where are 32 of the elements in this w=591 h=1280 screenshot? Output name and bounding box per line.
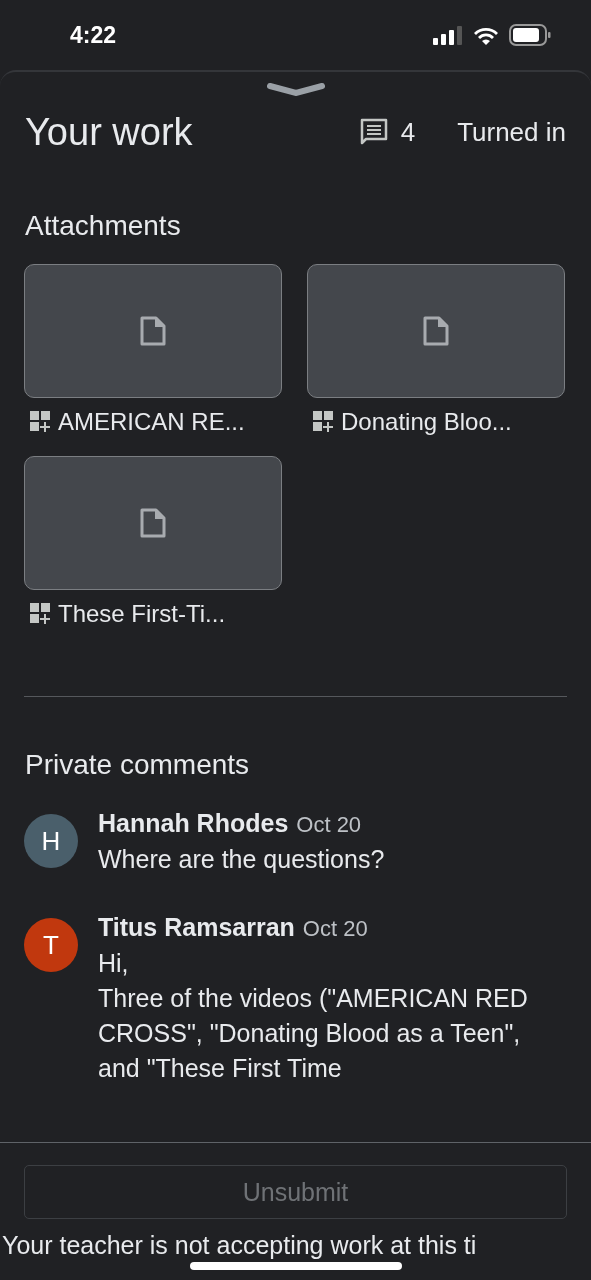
- submission-status: Turned in: [457, 116, 566, 148]
- wifi-icon: [473, 25, 499, 45]
- attachment-name[interactable]: These First-Ti...: [58, 600, 226, 628]
- attachment-thumbnail[interactable]: [307, 264, 565, 398]
- comment-author: Hannah Rhodes: [98, 809, 289, 838]
- status-time: 4:22: [70, 21, 117, 49]
- attachment-thumbnail[interactable]: [24, 264, 282, 398]
- attachment-name[interactable]: Donating Bloo...: [341, 408, 512, 436]
- comment-icon[interactable]: [358, 117, 389, 147]
- file-icon: [423, 316, 449, 346]
- notice-text: Your teacher is not accepting work at this ti: [2, 1231, 478, 1260]
- battery-icon: [509, 24, 551, 46]
- collapse-handle-icon[interactable]: [266, 82, 325, 96]
- attachment-type-icon: [30, 411, 52, 433]
- attachment-name[interactable]: AMERICAN RE...: [58, 408, 245, 436]
- avatar: T: [24, 918, 78, 972]
- comment-text: Where are the questions?: [98, 844, 386, 875]
- comment-count: 4: [400, 116, 416, 148]
- section-heading: Attachments: [24, 210, 182, 242]
- file-icon: [140, 316, 166, 346]
- comment-date: Oct 20: [302, 916, 368, 942]
- section-heading: Private comments: [24, 749, 251, 781]
- comment-author: Titus Ramsarran: [98, 913, 295, 942]
- signal-icon: [433, 25, 463, 45]
- comment-text: Hi, Three of the videos ("AMERICAN RED CROSS", "Donating Blood as a Teen", and "These First Time: [98, 948, 529, 1084]
- attachment-type-icon: [30, 603, 52, 625]
- file-icon: [140, 508, 166, 538]
- comment-date: Oct 20: [296, 812, 362, 838]
- page-title: Your work: [25, 110, 194, 154]
- attachment-type-icon: [313, 411, 335, 433]
- avatar: H: [24, 814, 78, 868]
- attachment-thumbnail[interactable]: [24, 456, 282, 590]
